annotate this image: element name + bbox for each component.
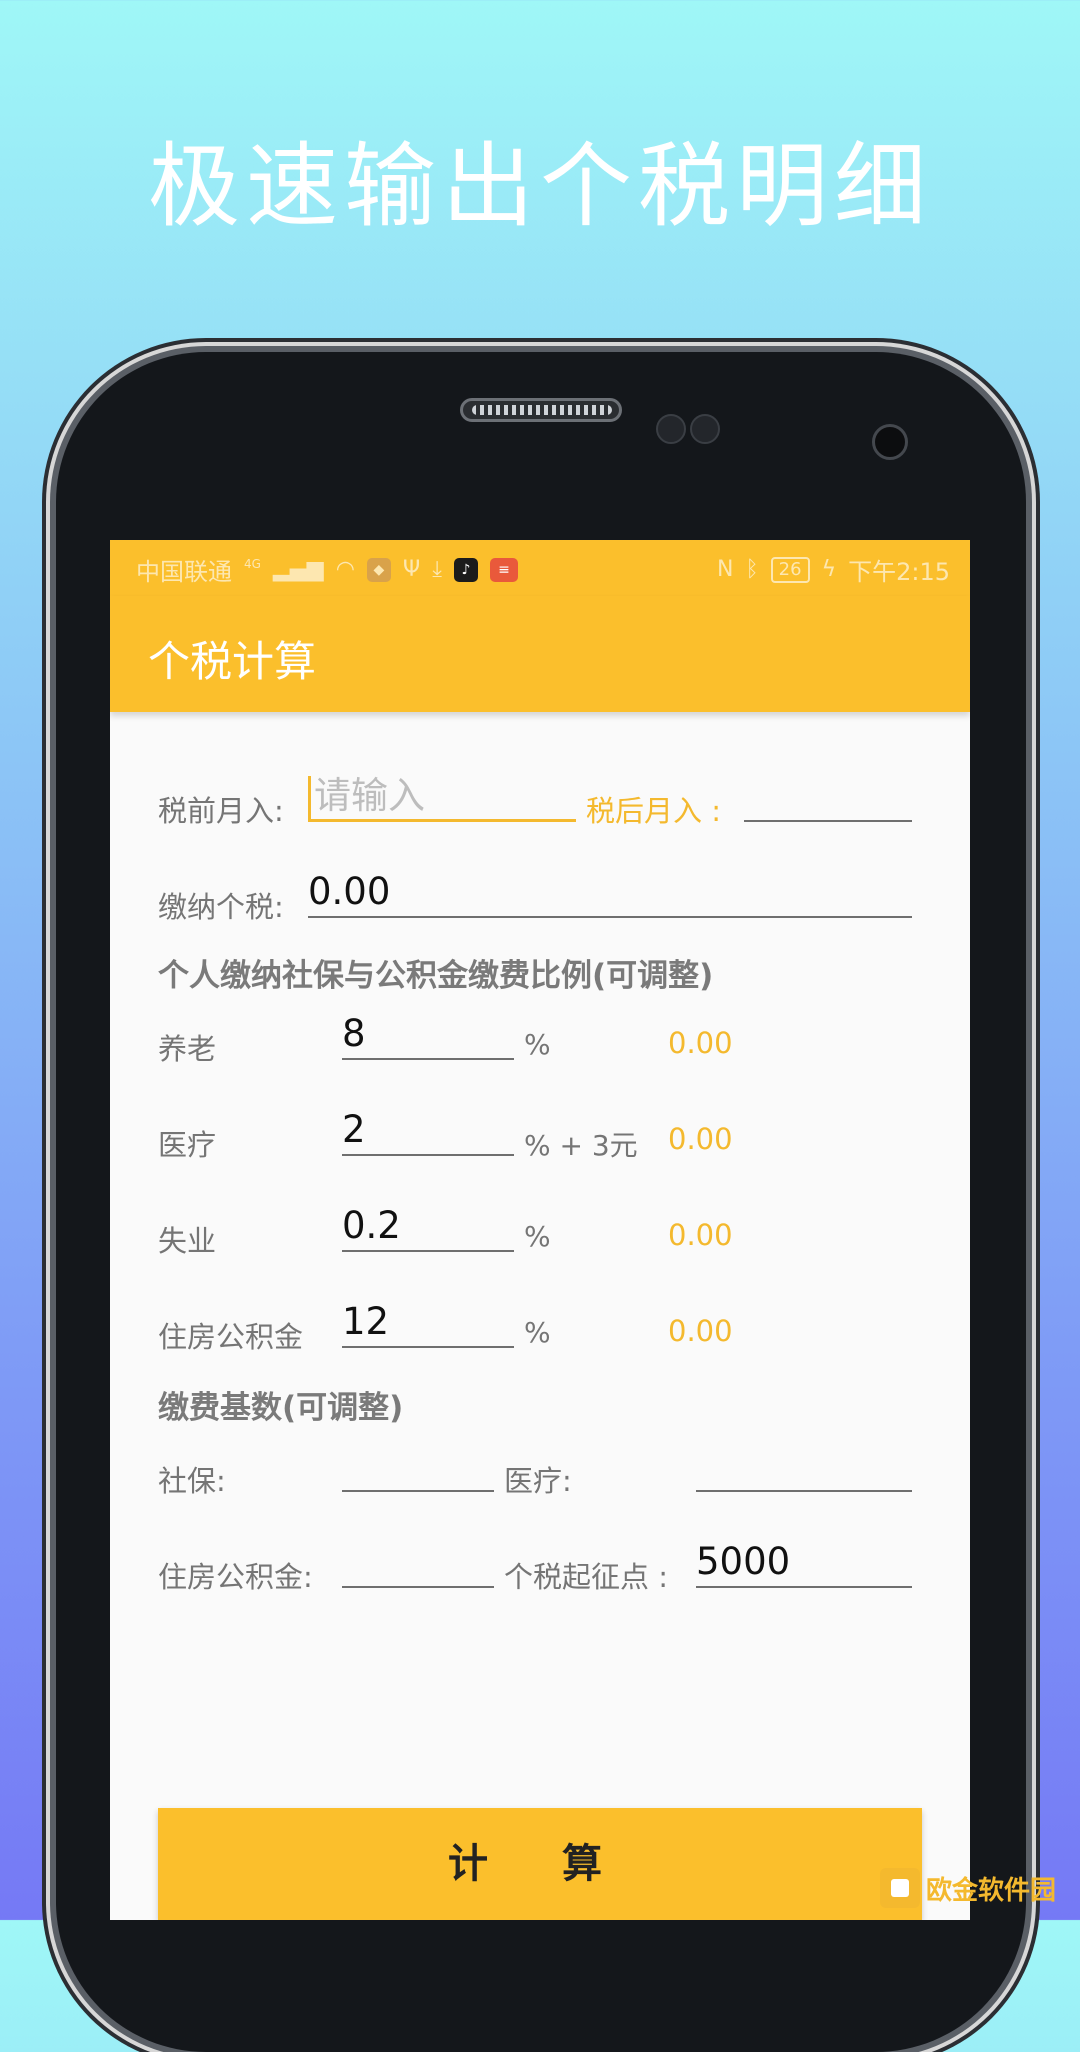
aftertax-label: 税后月入 :: [586, 794, 721, 828]
medical-rate-input[interactable]: 2: [342, 1110, 514, 1156]
pension-label: 养老: [158, 1032, 217, 1066]
pension-unit: %: [524, 1028, 551, 1061]
bluetooth-icon: ᛒ: [745, 556, 759, 582]
network-type: 4G: [244, 556, 261, 571]
tiktok-app-icon: ♪: [453, 557, 478, 582]
shield-app-icon: ◆: [366, 557, 391, 582]
battery-indicator: 26: [770, 556, 810, 583]
unemployment-amount: 0.00: [668, 1218, 733, 1252]
nfc-icon: N: [717, 556, 734, 582]
front-camera: [872, 424, 908, 460]
threshold-input[interactable]: 5000: [696, 1542, 912, 1588]
calculate-button[interactable]: 计 算: [158, 1808, 922, 1920]
social-base-label: 社保:: [158, 1464, 226, 1498]
base-section-title: 缴费基数(可调整): [158, 1390, 404, 1426]
signal-icon: ▂▄▆: [272, 556, 324, 582]
watermark-logo-icon: [880, 1868, 920, 1908]
charging-icon: ϟ: [821, 556, 837, 582]
unemployment-label: 失业: [158, 1224, 217, 1258]
proximity-sensor: [656, 414, 686, 444]
housing-fund-rate-input[interactable]: 12: [342, 1302, 514, 1348]
unemployment-rate-input[interactable]: 0.2: [342, 1206, 514, 1252]
status-bar: 中国联通 4G ▂▄▆ ◠ ◆ Ψ ⤓ ♪ ≡ N ᛒ 26 ϟ 下午2:15: [110, 540, 970, 596]
medical-base-label: 医疗:: [504, 1464, 572, 1498]
medical-label: 医疗: [158, 1128, 217, 1162]
housing-fund-label: 住房公积金: [158, 1320, 304, 1354]
unemployment-unit: %: [524, 1220, 551, 1253]
housing-fund-amount: 0.00: [668, 1314, 733, 1348]
housing-base-input[interactable]: [342, 1542, 494, 1588]
pretax-income-input[interactable]: 请输入: [308, 776, 576, 822]
watermark: 欧金软件园: [880, 1868, 1056, 1908]
medical-base-input[interactable]: [696, 1446, 912, 1492]
tax-label: 缴纳个税:: [158, 890, 284, 924]
carrier-name: 中国联通: [136, 558, 232, 586]
usb-icon: Ψ: [402, 556, 421, 582]
tax-amount-field[interactable]: 0.00: [308, 872, 912, 918]
text-cursor: [308, 776, 311, 820]
news-app-icon: ≡: [489, 557, 518, 582]
pretax-label: 税前月入:: [158, 794, 284, 828]
phone-screen: 中国联通 4G ▂▄▆ ◠ ◆ Ψ ⤓ ♪ ≡ N ᛒ 26 ϟ 下午2:15 …: [110, 540, 970, 1920]
speaker-grill: [472, 405, 612, 415]
medical-amount: 0.00: [668, 1122, 733, 1156]
pension-amount: 0.00: [668, 1026, 733, 1060]
housing-fund-unit: %: [524, 1316, 551, 1349]
housing-base-label: 住房公积金:: [158, 1560, 313, 1594]
light-sensor: [690, 414, 720, 444]
rates-section-title: 个人缴纳社保与公积金缴费比例(可调整): [158, 958, 714, 994]
promo-title: 极速输出个税明细: [147, 133, 932, 240]
clock: 下午2:15: [848, 558, 950, 586]
pretax-placeholder: 请输入: [314, 774, 425, 817]
medical-unit: % + 3元: [524, 1129, 638, 1162]
download-icon: ⤓: [432, 556, 442, 582]
aftertax-income-field[interactable]: [744, 776, 912, 822]
threshold-label: 个税起征点 :: [504, 1560, 668, 1594]
social-base-input[interactable]: [342, 1446, 494, 1492]
wifi-icon: ◠: [335, 556, 355, 582]
watermark-text: 欧金软件园: [926, 1875, 1057, 1906]
pension-rate-input[interactable]: 8: [342, 1014, 514, 1060]
app-title: 个税计算: [148, 637, 317, 686]
app-bar: 个税计算: [110, 596, 970, 712]
